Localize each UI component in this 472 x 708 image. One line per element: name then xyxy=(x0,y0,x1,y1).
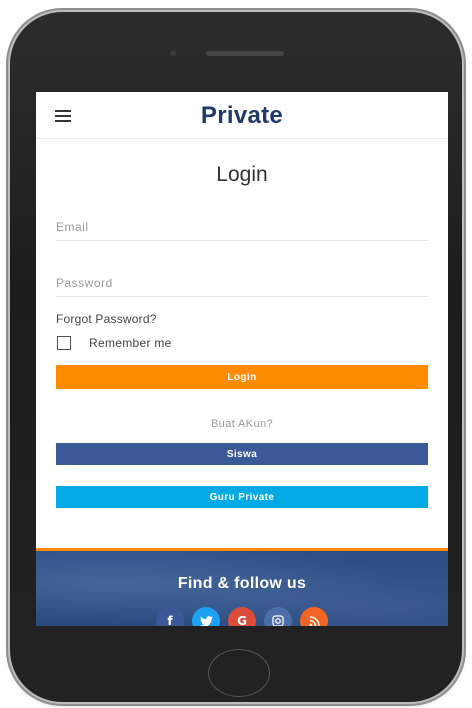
email-input[interactable] xyxy=(56,214,428,241)
remember-me-checkbox[interactable] xyxy=(57,336,71,350)
top-navbar: Private xyxy=(36,92,448,139)
remember-me-row[interactable]: Remember me xyxy=(57,336,172,350)
forgot-password-link[interactable]: Forgot Password? xyxy=(56,312,157,326)
home-button[interactable] xyxy=(208,649,270,697)
guru-private-button[interactable]: Guru Private xyxy=(56,486,428,508)
brand-title[interactable]: Private xyxy=(36,102,448,130)
password-input[interactable] xyxy=(56,270,428,297)
instagram-icon[interactable] xyxy=(264,607,292,626)
google-plus-icon[interactable]: G xyxy=(228,607,256,626)
create-account-prompt: Buat AKun? xyxy=(210,418,274,430)
twitter-icon[interactable] xyxy=(192,607,220,626)
app-screen: Private Login Forgot Password? Remember … xyxy=(36,92,448,626)
camera-icon xyxy=(170,50,176,56)
remember-me-label: Remember me xyxy=(89,336,172,350)
login-title: Login xyxy=(216,163,268,186)
facebook-icon[interactable]: f xyxy=(156,607,184,626)
social-icons: f G xyxy=(36,607,448,626)
rss-icon[interactable] xyxy=(300,607,328,626)
footer-title: Find & follow us xyxy=(177,575,307,592)
login-button[interactable]: Login xyxy=(56,365,428,389)
speaker-grille xyxy=(206,51,284,56)
footer-section: Find & follow us f G xyxy=(36,548,448,626)
siswa-button[interactable]: Siswa xyxy=(56,443,428,465)
